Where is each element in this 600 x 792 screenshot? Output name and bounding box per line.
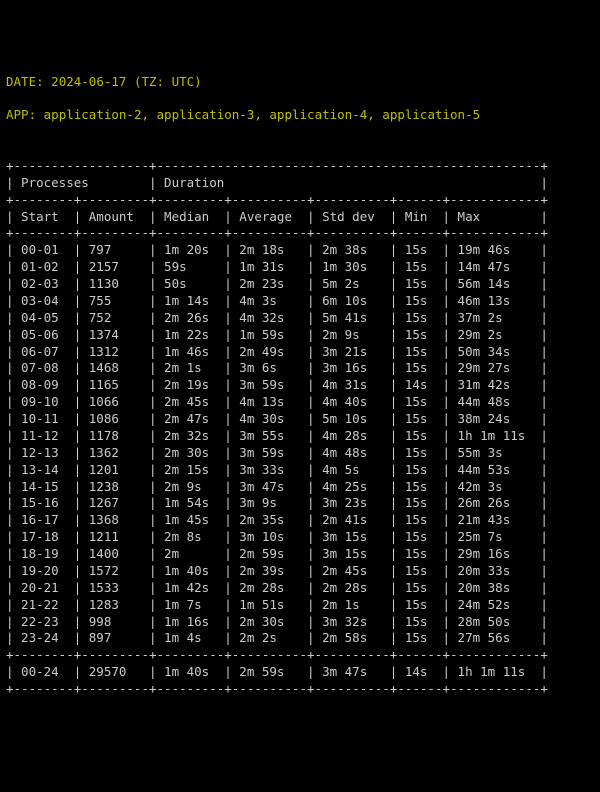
- app-value: application-2, application-3, applicatio…: [44, 107, 481, 122]
- table-row: | 00-01 | 797 | 1m 20s | 2m 18s | 2m 38s…: [6, 242, 594, 259]
- date-value: 2024-06-17 (TZ: UTC): [51, 74, 202, 89]
- table-row: | 11-12 | 1178 | 2m 32s | 3m 55s | 4m 28…: [6, 428, 594, 445]
- table-row: | 09-10 | 1066 | 2m 45s | 4m 13s | 4m 40…: [6, 394, 594, 411]
- stats-table: +------------------+--------------------…: [6, 158, 594, 698]
- column-header-row: | Start | Amount | Median | Average | St…: [6, 209, 594, 226]
- table-row: | 03-04 | 755 | 1m 14s | 4m 3s | 6m 10s …: [6, 293, 594, 310]
- table-row: | 08-09 | 1165 | 2m 19s | 3m 59s | 4m 31…: [6, 377, 594, 394]
- date-label: DATE:: [6, 74, 44, 89]
- table-row: | 22-23 | 998 | 1m 16s | 2m 30s | 3m 32s…: [6, 614, 594, 631]
- table-row: | 04-05 | 752 | 2m 26s | 4m 32s | 5m 41s…: [6, 310, 594, 327]
- sep-line: +--------+---------+---------+----------…: [6, 647, 594, 664]
- table-row: | 20-21 | 1533 | 1m 42s | 2m 28s | 2m 28…: [6, 580, 594, 597]
- table-row: | 17-18 | 1211 | 2m 8s | 3m 10s | 3m 15s…: [6, 529, 594, 546]
- table-row: | 07-08 | 1468 | 2m 1s | 3m 6s | 3m 16s …: [6, 360, 594, 377]
- sep-line: +--------+---------+---------+----------…: [6, 192, 594, 209]
- table-row: | 14-15 | 1238 | 2m 9s | 3m 47s | 4m 25s…: [6, 479, 594, 496]
- table-row: | 10-11 | 1086 | 2m 47s | 4m 30s | 5m 10…: [6, 411, 594, 428]
- header-date: DATE: 2024-06-17 (TZ: UTC): [6, 74, 594, 91]
- table-row: | 12-13 | 1362 | 2m 30s | 3m 59s | 4m 48…: [6, 445, 594, 462]
- sep-line: +--------+---------+---------+----------…: [6, 681, 594, 698]
- sep-line: +--------+---------+---------+----------…: [6, 225, 594, 242]
- app-label: APP:: [6, 107, 36, 122]
- table-row: | 01-02 | 2157 | 59s | 1m 31s | 1m 30s |…: [6, 259, 594, 276]
- group-header-row: | Processes | Duration |: [6, 175, 594, 192]
- table-row: | 23-24 | 897 | 1m 4s | 2m 2s | 2m 58s |…: [6, 630, 594, 647]
- table-row: | 13-14 | 1201 | 2m 15s | 3m 33s | 4m 5s…: [6, 462, 594, 479]
- table-row: | 05-06 | 1374 | 1m 22s | 1m 59s | 2m 9s…: [6, 327, 594, 344]
- header-app: APP: application-2, application-3, appli…: [6, 107, 594, 124]
- total-row: | 00-24 | 29570 | 1m 40s | 2m 59s | 3m 4…: [6, 664, 594, 681]
- table-row: | 19-20 | 1572 | 1m 40s | 2m 39s | 2m 45…: [6, 563, 594, 580]
- sep-line: +------------------+--------------------…: [6, 158, 594, 175]
- table-row: | 02-03 | 1130 | 50s | 2m 23s | 5m 2s | …: [6, 276, 594, 293]
- table-row: | 15-16 | 1267 | 1m 54s | 3m 9s | 3m 23s…: [6, 495, 594, 512]
- table-row: | 21-22 | 1283 | 1m 7s | 1m 51s | 2m 1s …: [6, 597, 594, 614]
- table-row: | 18-19 | 1400 | 2m | 2m 59s | 3m 15s | …: [6, 546, 594, 563]
- table-row: | 06-07 | 1312 | 1m 46s | 2m 49s | 3m 21…: [6, 344, 594, 361]
- table-row: | 16-17 | 1368 | 1m 45s | 2m 35s | 2m 41…: [6, 512, 594, 529]
